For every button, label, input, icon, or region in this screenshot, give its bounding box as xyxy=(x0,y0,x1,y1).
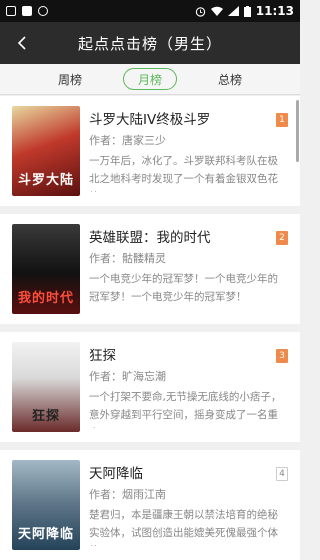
period-tab-bar: 周榜 月榜 总榜 xyxy=(0,64,300,95)
signal-icon xyxy=(227,6,239,16)
book-cover: 我的时代 xyxy=(12,224,80,314)
tab-monthly[interactable]: 月榜 xyxy=(123,68,177,90)
chevron-left-icon xyxy=(17,36,26,50)
book-cover-title: 斗罗大陆 xyxy=(17,173,74,188)
tab-total[interactable]: 总榜 xyxy=(203,68,257,90)
book-author: 作者：唐家三少 xyxy=(89,134,166,147)
book-description: 一万年后，冰化了。斗罗联邦科考队在极北之地科考时发现了一个有着金银双色花纹... xyxy=(89,155,278,192)
book-item[interactable]: 斗罗大陆 斗罗大陆IV终极斗罗 作者：唐家三少 一万年后，冰化了。斗罗联邦科考队… xyxy=(0,96,300,206)
notification-square-icon xyxy=(6,6,16,16)
book-title: 狂探 xyxy=(89,348,116,364)
alarm-icon xyxy=(195,6,205,17)
title-bar: 起点点击榜（男生） xyxy=(0,22,300,64)
notification-circle-icon xyxy=(38,6,48,16)
status-left-icons xyxy=(0,6,48,16)
book-cover: 斗罗大陆 xyxy=(12,106,80,196)
book-item[interactable]: 天阿降临 天阿降临 作者：烟雨江南 楚君归，本是疆康王朝以禁法培育的绝秘实验体，… xyxy=(0,450,300,560)
wifi-icon xyxy=(210,6,223,16)
book-author: 作者：骷髅精灵 xyxy=(89,252,166,265)
book-cover: 天阿降临 xyxy=(12,460,80,550)
book-description: 一个打架不要命,无节操无底线的小痞子，意外穿越到平行空间，摇身变成了一名重案..… xyxy=(89,391,282,428)
book-title: 英雄联盟：我的时代 xyxy=(89,230,211,246)
book-description: 一个电竞少年的冠军梦！一个电竞少年的冠军梦！一个电竞少年的冠军梦！ xyxy=(89,273,278,303)
status-right-icons: 11:13 xyxy=(195,4,300,18)
book-item[interactable]: 我的时代 英雄联盟：我的时代 作者：骷髅精灵 一个电竞少年的冠军梦！一个电竞少年… xyxy=(0,214,300,324)
book-author: 作者：旷海忘潮 xyxy=(89,370,166,383)
book-author: 作者：烟雨江南 xyxy=(89,488,166,501)
status-time: 11:13 xyxy=(255,4,294,18)
back-button[interactable] xyxy=(8,22,36,64)
status-bar: 11:13 xyxy=(0,0,300,22)
book-description: 楚君归，本是疆康王朝以禁法培育的绝秘实验体，试图创造出能媲美死傀最强个体的... xyxy=(89,509,278,546)
page-title: 起点点击榜（男生） xyxy=(77,34,222,53)
book-item[interactable]: 狂探 狂探 作者：旷海忘潮 一个打架不要命,无节操无底线的小痞子，意外穿越到平行… xyxy=(0,332,300,442)
book-cover: 狂探 xyxy=(12,342,80,432)
notification-filled-square-icon xyxy=(22,6,32,16)
list-scrollbar[interactable] xyxy=(296,100,299,162)
book-title: 天阿降临 xyxy=(89,466,143,482)
rank-badge: 1 xyxy=(276,113,288,127)
rank-badge: 2 xyxy=(276,231,288,245)
rank-badge: 4 xyxy=(276,467,288,481)
book-cover-title: 我的时代 xyxy=(17,291,74,306)
battery-icon xyxy=(243,5,251,17)
rank-badge: 3 xyxy=(276,349,288,363)
tab-weekly[interactable]: 周榜 xyxy=(43,68,97,90)
book-title: 斗罗大陆IV终极斗罗 xyxy=(89,112,211,128)
book-cover-title: 狂探 xyxy=(31,409,60,424)
